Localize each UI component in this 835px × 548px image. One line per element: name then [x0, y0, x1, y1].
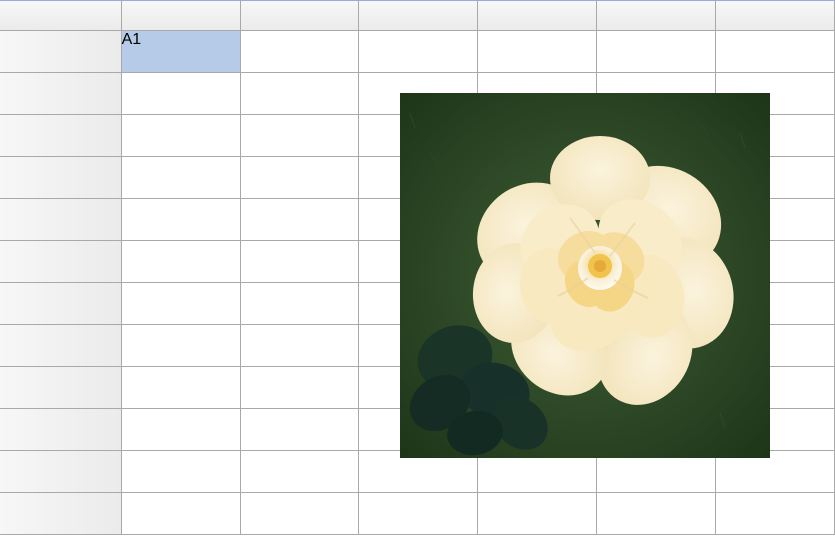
cell[interactable] [359, 31, 478, 73]
cell[interactable] [122, 157, 241, 199]
column-header[interactable] [122, 1, 241, 31]
cell[interactable] [122, 241, 241, 283]
cell[interactable] [716, 31, 835, 73]
rose-photo-icon [400, 93, 770, 458]
cell[interactable] [122, 115, 241, 157]
cell[interactable] [122, 283, 241, 325]
cell[interactable] [241, 367, 360, 409]
column-header[interactable] [241, 1, 360, 31]
cell-selected[interactable]: A1 [122, 31, 241, 73]
cell[interactable] [241, 73, 360, 115]
column-header[interactable] [478, 1, 597, 31]
cell[interactable] [122, 493, 241, 535]
cell[interactable] [122, 451, 241, 493]
cell[interactable] [122, 73, 241, 115]
cell[interactable] [122, 367, 241, 409]
cell[interactable] [241, 199, 360, 241]
row-header[interactable] [0, 157, 122, 199]
cell[interactable] [122, 199, 241, 241]
cell[interactable] [241, 241, 360, 283]
row-header[interactable] [0, 283, 122, 325]
row-header[interactable] [0, 493, 122, 535]
row-header[interactable] [0, 199, 122, 241]
row-header[interactable] [0, 367, 122, 409]
row-header[interactable] [0, 451, 122, 493]
data-row: A1 [0, 31, 835, 73]
cell[interactable] [122, 325, 241, 367]
column-header-row [0, 1, 835, 31]
cell[interactable] [478, 493, 597, 535]
cell[interactable] [241, 409, 360, 451]
row-header[interactable] [0, 73, 122, 115]
cell[interactable] [241, 31, 360, 73]
corner-cell[interactable] [0, 1, 122, 31]
cell[interactable] [478, 31, 597, 73]
cell[interactable] [241, 283, 360, 325]
column-header[interactable] [359, 1, 478, 31]
row-header[interactable] [0, 115, 122, 157]
cell[interactable] [597, 31, 716, 73]
cell[interactable] [241, 325, 360, 367]
cell[interactable] [241, 451, 360, 493]
cell[interactable] [241, 115, 360, 157]
column-header[interactable] [716, 1, 835, 31]
embedded-image[interactable] [400, 93, 770, 458]
cell[interactable] [716, 493, 835, 535]
cell[interactable] [359, 493, 478, 535]
row-header[interactable] [0, 31, 122, 73]
row-header[interactable] [0, 241, 122, 283]
data-row [0, 493, 835, 535]
cell[interactable] [597, 493, 716, 535]
row-header[interactable] [0, 409, 122, 451]
row-header[interactable] [0, 325, 122, 367]
cell[interactable] [241, 493, 360, 535]
cell[interactable] [122, 409, 241, 451]
column-header[interactable] [597, 1, 716, 31]
cell[interactable] [241, 157, 360, 199]
